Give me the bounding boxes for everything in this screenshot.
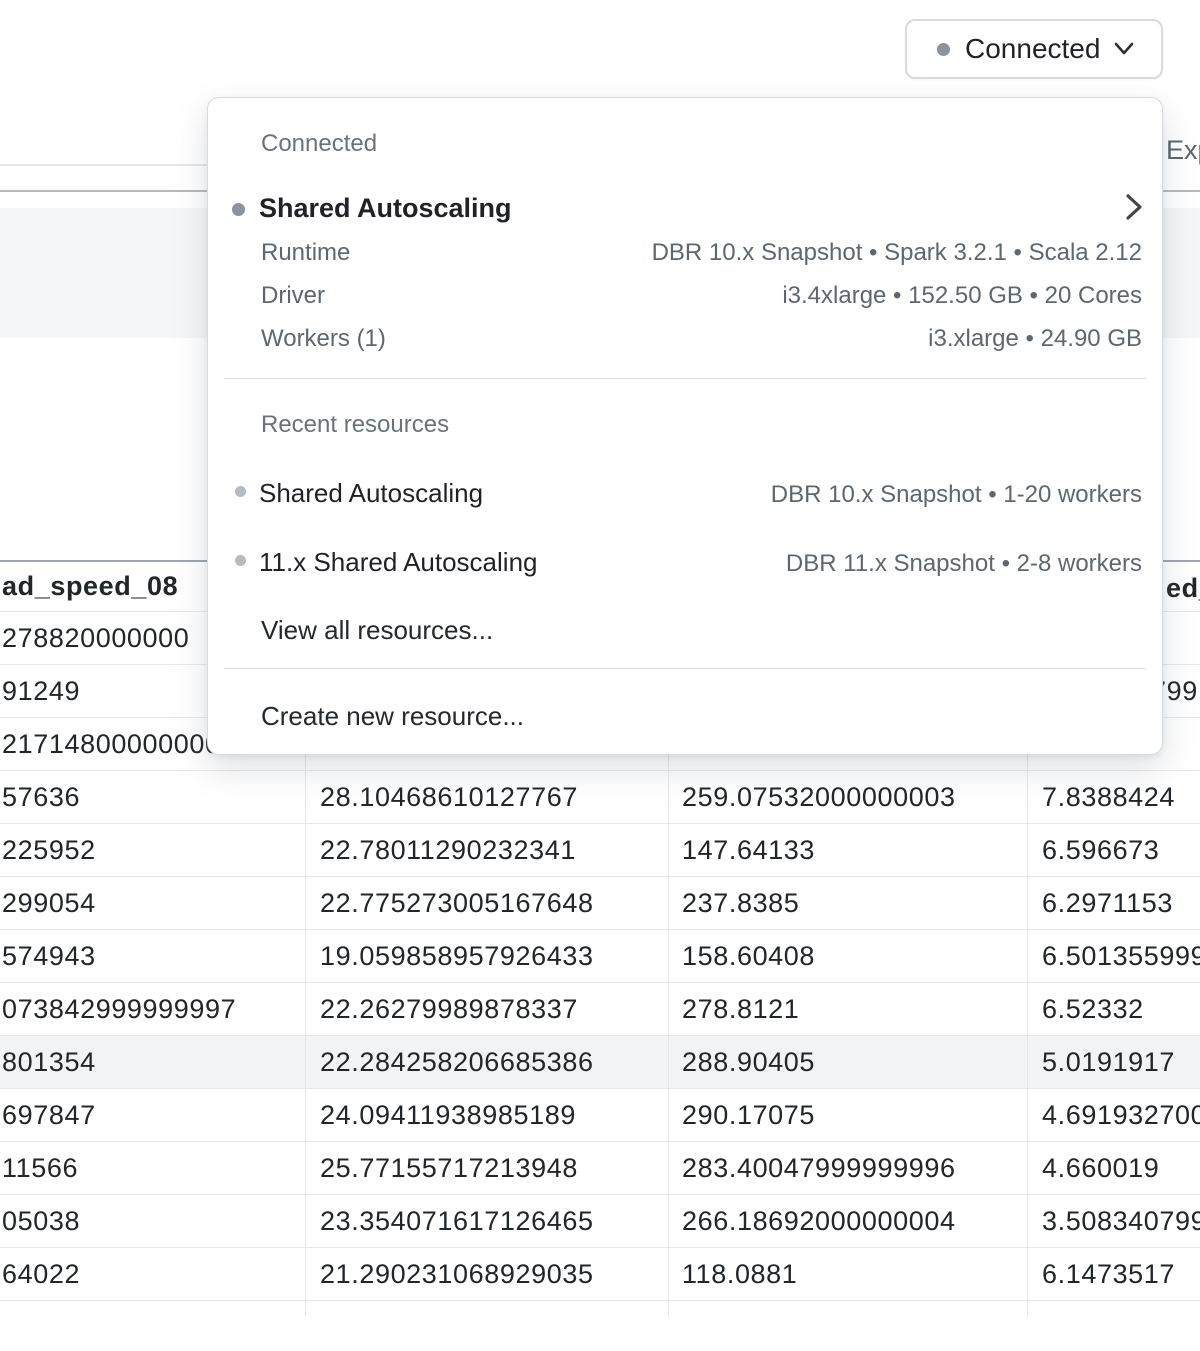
export-button[interactable]: Exp: [1166, 134, 1200, 166]
table-cell: 6.52332: [1027, 983, 1200, 1035]
driver-value: i3.4xlarge • 152.50 GB • 20 Cores: [782, 281, 1142, 311]
menu-divider: [224, 378, 1146, 379]
create-new-resource-item[interactable]: Create new resource...: [261, 700, 524, 732]
chevron-right-icon[interactable]: [1121, 190, 1147, 224]
view-all-resources-item[interactable]: View all resources...: [261, 614, 493, 646]
screen: Exp ad_speed_08 278820000000912492171480…: [0, 0, 1200, 1351]
status-dot-icon: [937, 43, 950, 56]
table-cell: 7.8388424: [1027, 771, 1200, 823]
connected-section-header: Connected: [261, 129, 377, 159]
connected-button-label: Connected: [965, 33, 1100, 65]
recent-resource-detail: DBR 10.x Snapshot • 1-20 workers: [771, 480, 1142, 510]
table-row[interactable]: 5763628.10468610127767259.07532000000003…: [0, 771, 1200, 824]
table-cell: 23.354071617126465: [305, 1195, 668, 1247]
runtime-value: DBR 10.x Snapshot • Spark 3.2.1 • Scala …: [652, 238, 1142, 268]
recent-section-header: Recent resources: [261, 410, 449, 440]
table-cell: 25.77155717213948: [305, 1142, 668, 1194]
table-cell: 11566: [0, 1142, 305, 1194]
table-cell: 4.660019: [1027, 1142, 1200, 1194]
table-cell: 697847: [0, 1089, 305, 1141]
column-header-peek: ed_: [1166, 573, 1200, 604]
table-cell: 288.90405: [668, 1036, 1027, 1088]
table-row[interactable]: 07384299999999722.26279989878337278.8121…: [0, 983, 1200, 1036]
runtime-label: Runtime: [261, 238, 350, 268]
resource-dot-icon: [235, 555, 246, 566]
table-cell: 574943: [0, 930, 305, 982]
table-cell: 6.596673: [1027, 824, 1200, 876]
table-cell: 801354: [0, 1036, 305, 1088]
driver-label: Driver: [261, 281, 325, 311]
chevron-down-icon: [1112, 41, 1136, 57]
table-cell: 05038: [0, 1195, 305, 1247]
table-cell: 57636: [0, 771, 305, 823]
connected-resource-name[interactable]: Shared Autoscaling: [259, 192, 512, 224]
table-cell: 4.6919327001: [1027, 1089, 1200, 1141]
table-row[interactable]: 57494319.059858957926433158.604086.50135…: [0, 930, 1200, 983]
table-cell: 24.09411938985189: [305, 1089, 668, 1141]
recent-resource-detail: DBR 11.x Snapshot • 2-8 workers: [786, 549, 1142, 579]
table-cell: 118.0881: [668, 1248, 1027, 1300]
toolbar-divider: [0, 164, 207, 166]
table-cell: 259.07532000000003: [668, 771, 1027, 823]
workers-value: i3.xlarge • 24.90 GB: [928, 324, 1142, 354]
resource-dot-icon: [235, 486, 246, 497]
table-row[interactable]: 6402221.290231068929035118.08816.1473517: [0, 1248, 1200, 1301]
table-cell: 22.26279989878337: [305, 983, 668, 1035]
table-row-partial: [0, 1301, 1200, 1316]
table-cell: 22.284258206685386: [305, 1036, 668, 1088]
table-cell: 299054: [0, 877, 305, 929]
resource-dropdown-menu: Connected Shared Autoscaling Runtime DBR…: [207, 97, 1163, 755]
table-cell: 158.60408: [668, 930, 1027, 982]
table-row[interactable]: 80135422.284258206685386288.904055.01919…: [0, 1036, 1200, 1089]
table-row[interactable]: 69784724.09411938985189290.170754.691932…: [0, 1089, 1200, 1142]
table-row[interactable]: 0503823.354071617126465266.1869200000000…: [0, 1195, 1200, 1248]
table-cell: 6.5013559999: [1027, 930, 1200, 982]
recent-resource-item[interactable]: Shared Autoscaling: [259, 477, 483, 509]
table-cell: 225952: [0, 824, 305, 876]
table-cell: 073842999999997: [0, 983, 305, 1035]
workers-label: Workers (1): [261, 324, 386, 354]
table-cell: 5.0191917: [1027, 1036, 1200, 1088]
table-cell: 19.059858957926433: [305, 930, 668, 982]
table-cell: 28.10468610127767: [305, 771, 668, 823]
resource-status-dot-icon: [232, 203, 245, 216]
table-cell: 290.17075: [668, 1089, 1027, 1141]
table-cell: 278.8121: [668, 983, 1027, 1035]
table-cell: 6.2971153: [1027, 877, 1200, 929]
table-row[interactable]: 29905422.775273005167648237.83856.297115…: [0, 877, 1200, 930]
recent-resource-item[interactable]: 11.x Shared Autoscaling: [259, 546, 537, 578]
table-row[interactable]: 22595222.78011290232341147.641336.596673: [0, 824, 1200, 877]
table-cell: 22.78011290232341: [305, 824, 668, 876]
table-cell: 147.64133: [668, 824, 1027, 876]
table-cell: 6.1473517: [1027, 1248, 1200, 1300]
table-cell: 266.18692000000004: [668, 1195, 1027, 1247]
table-row[interactable]: 1156625.77155717213948283.40047999999996…: [0, 1142, 1200, 1195]
table-cell: 3.5083407999: [1027, 1195, 1200, 1247]
table-cell: 283.40047999999996: [668, 1142, 1027, 1194]
menu-divider: [224, 668, 1146, 669]
table-cell: 237.8385: [668, 877, 1027, 929]
table-cell: 64022: [0, 1248, 305, 1300]
table-cell: 21.290231068929035: [305, 1248, 668, 1300]
table-cell: 22.775273005167648: [305, 877, 668, 929]
connected-dropdown-button[interactable]: Connected: [905, 19, 1163, 79]
